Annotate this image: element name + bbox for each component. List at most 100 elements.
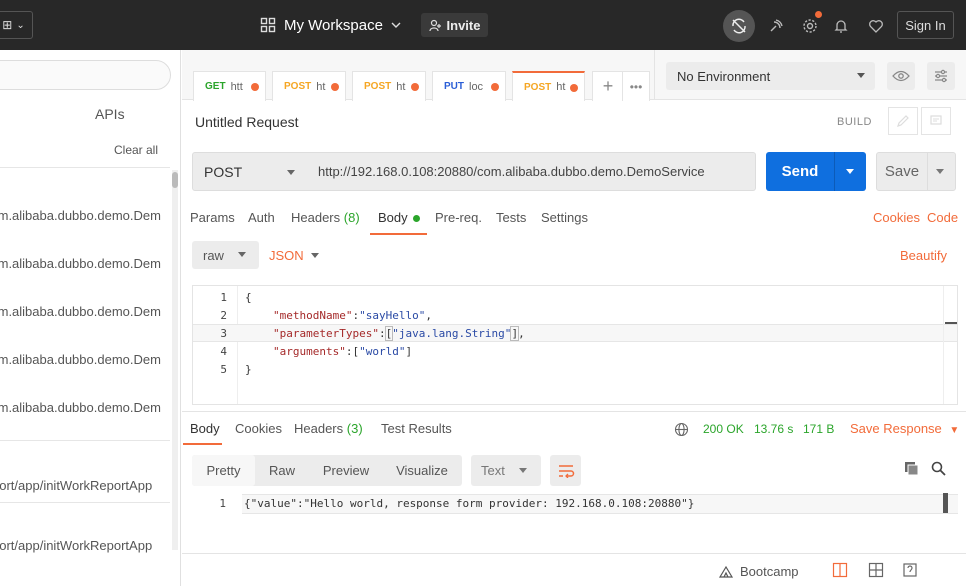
tab-method: POST bbox=[364, 81, 392, 92]
request-body-editor[interactable]: 1 { 2 "methodName":"sayHello", 3 "parame… bbox=[192, 285, 958, 405]
response-body-viewer[interactable]: 1 {"value":"Hello world, response form p… bbox=[192, 493, 958, 515]
editor-scrollbar[interactable] bbox=[943, 286, 957, 404]
interceptor-button[interactable] bbox=[763, 13, 789, 39]
history-item[interactable]: .m.alibaba.dubbo.demo.Dem bbox=[0, 208, 161, 223]
clear-all-button[interactable]: Clear all bbox=[114, 143, 158, 157]
copy-icon[interactable] bbox=[904, 461, 919, 476]
status-code[interactable]: 200 OK bbox=[703, 422, 744, 436]
request-title[interactable]: Untitled Request bbox=[195, 114, 299, 130]
wrap-lines-button[interactable] bbox=[550, 455, 581, 486]
keyboard-icon bbox=[868, 562, 884, 578]
response-size[interactable]: 171 B bbox=[803, 422, 834, 436]
workspace-label: My Workspace bbox=[284, 16, 383, 34]
request-tab[interactable]: PUT loc bbox=[432, 71, 506, 101]
body-mode-select[interactable]: raw bbox=[192, 241, 259, 269]
unsaved-dot bbox=[491, 83, 499, 91]
cursor-marker bbox=[943, 493, 948, 513]
help-button[interactable] bbox=[902, 562, 918, 578]
response-tab-cookies[interactable]: Cookies bbox=[235, 421, 282, 436]
request-tab[interactable]: GET htt bbox=[193, 71, 266, 101]
chevron-down-icon: ⌄ bbox=[16, 19, 25, 31]
invite-button[interactable]: Invite bbox=[421, 13, 488, 37]
environment-select[interactable]: No Environment bbox=[666, 62, 875, 90]
unsaved-dot bbox=[251, 83, 259, 91]
environment-quick-look-button[interactable] bbox=[887, 62, 915, 90]
send-options-caret-icon[interactable] bbox=[846, 169, 854, 174]
two-pane-view-button[interactable] bbox=[832, 562, 848, 578]
heart-icon bbox=[869, 20, 883, 33]
url-input[interactable]: http://192.168.0.108:20880/com.alibaba.d… bbox=[307, 152, 756, 191]
caret-down-icon[interactable] bbox=[311, 253, 319, 258]
comment-icon bbox=[930, 115, 942, 125]
response-tab-headers[interactable]: Headers (3) bbox=[294, 421, 363, 436]
code-link[interactable]: Code bbox=[927, 210, 958, 225]
save-response-button[interactable]: Save Response ▼ bbox=[850, 421, 959, 436]
response-tab-test-results[interactable]: Test Results bbox=[381, 421, 452, 436]
response-format-select[interactable]: Text bbox=[471, 455, 541, 486]
sync-status-button[interactable] bbox=[723, 10, 755, 42]
scrollbar-thumb[interactable] bbox=[172, 172, 178, 188]
response-body-text: {"value":"Hello world, response form pro… bbox=[244, 497, 695, 510]
request-tab[interactable]: POST ht bbox=[352, 71, 426, 101]
settings-button[interactable] bbox=[797, 11, 823, 39]
request-tabs: GET htt POST ht POST ht PUT loc POST ht … bbox=[182, 50, 654, 101]
view-pretty[interactable]: Pretty bbox=[192, 455, 255, 486]
line-number: 2 bbox=[220, 308, 227, 322]
json-colon: :[ bbox=[345, 344, 360, 358]
sidebar-search-input[interactable] bbox=[0, 60, 171, 90]
tab-body[interactable]: Body bbox=[378, 210, 420, 225]
tab-options-button[interactable]: ••• bbox=[622, 71, 650, 101]
tab-headers[interactable]: Headers (8) bbox=[291, 210, 360, 225]
beautify-link[interactable]: Beautify bbox=[900, 248, 947, 263]
response-tab-body[interactable]: Body bbox=[190, 421, 220, 436]
save-options-caret-icon[interactable] bbox=[936, 169, 944, 174]
comments-button[interactable] bbox=[921, 107, 951, 135]
send-button[interactable]: Send bbox=[766, 152, 866, 191]
cookies-link[interactable]: Cookies bbox=[873, 210, 920, 225]
history-item[interactable]: .m.alibaba.dubbo.demo.Dem bbox=[0, 256, 161, 271]
manage-environments-button[interactable] bbox=[927, 62, 955, 90]
divider bbox=[182, 411, 966, 412]
view-visualize[interactable]: Visualize bbox=[383, 455, 461, 486]
request-tab[interactable]: POST ht bbox=[272, 71, 346, 101]
body-format-select[interactable]: JSON bbox=[269, 248, 304, 263]
bootcamp-button[interactable]: Bootcamp bbox=[718, 564, 799, 579]
tab-params[interactable]: Params bbox=[190, 210, 235, 225]
response-time[interactable]: 13.76 s bbox=[754, 422, 793, 436]
save-button[interactable]: Save bbox=[876, 152, 956, 191]
bootcamp-icon bbox=[718, 565, 734, 578]
tab-auth[interactable]: Auth bbox=[248, 210, 275, 225]
keyboard-shortcuts-button[interactable] bbox=[868, 562, 884, 578]
tab-label: ht bbox=[396, 80, 406, 93]
favorites-button[interactable] bbox=[863, 13, 889, 39]
new-dropdown-button[interactable]: ⊞ ⌄ bbox=[0, 11, 33, 39]
search-icon[interactable] bbox=[931, 461, 946, 476]
history-item[interactable]: .m.alibaba.dubbo.demo.Dem bbox=[0, 304, 161, 319]
method-select[interactable]: POST bbox=[192, 152, 308, 191]
notifications-button[interactable] bbox=[828, 13, 854, 39]
globe-icon[interactable] bbox=[674, 422, 689, 437]
view-raw[interactable]: Raw bbox=[255, 455, 309, 486]
line-number: 5 bbox=[220, 362, 227, 376]
tab-tests[interactable]: Tests bbox=[496, 210, 526, 225]
divider bbox=[0, 167, 170, 168]
history-item[interactable]: port/app/initWorkReportApp bbox=[0, 478, 152, 493]
sidebar-scrollbar[interactable] bbox=[172, 170, 178, 550]
new-tab-button[interactable]: + bbox=[592, 71, 624, 101]
tab-pre-request[interactable]: Pre-req. bbox=[435, 210, 482, 225]
history-item[interactable]: .m.alibaba.dubbo.demo.Dem bbox=[0, 352, 161, 367]
sidebar-tab-apis[interactable]: APIs bbox=[95, 106, 125, 122]
request-tab-active[interactable]: POST ht bbox=[512, 71, 585, 101]
edit-button[interactable] bbox=[888, 107, 918, 135]
sliders-icon bbox=[935, 69, 947, 83]
workspace-switcher[interactable]: My Workspace bbox=[260, 13, 401, 37]
line-number: 1 bbox=[220, 290, 227, 304]
eye-icon bbox=[892, 70, 910, 82]
view-preview[interactable]: Preview bbox=[309, 455, 383, 486]
sign-in-button[interactable]: Sign In bbox=[897, 11, 954, 39]
history-item[interactable]: port/app/initWorkReportApp bbox=[0, 538, 152, 553]
tab-method: GET bbox=[205, 81, 226, 92]
history-item[interactable]: .m.alibaba.dubbo.demo.Dem bbox=[0, 400, 161, 415]
line-number: 3 bbox=[220, 326, 227, 340]
tab-settings[interactable]: Settings bbox=[541, 210, 588, 225]
